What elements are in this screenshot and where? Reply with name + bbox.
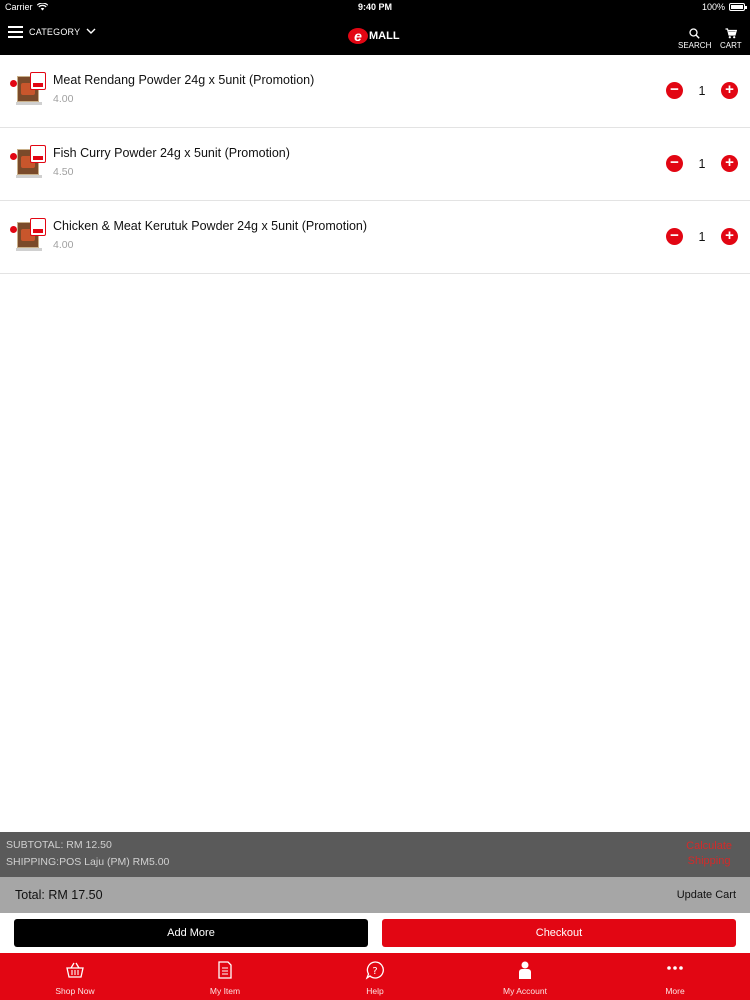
action-buttons: Add More Checkout	[0, 913, 750, 953]
person-icon	[519, 961, 531, 979]
total-bar: Total: RM 17.50 Update Cart	[0, 877, 750, 913]
cart-item[interactable]: Chicken & Meat Kerutuk Powder 24g x 5uni…	[0, 201, 750, 274]
tab-label: My Item	[209, 986, 241, 996]
tab-label: More	[665, 986, 685, 996]
status-time: 9:40 PM	[357, 2, 392, 12]
calculate-shipping-line2: Shipping	[687, 855, 731, 867]
cart-item-list: Meat Rendang Powder 24g x 5unit (Promoti…	[0, 55, 750, 274]
search-label: SEARCH	[678, 41, 712, 50]
logo-text: MALL	[369, 30, 400, 42]
more-icon	[667, 966, 683, 970]
status-bar: Carrier 9:40 PM 100%	[0, 0, 750, 16]
basket-icon	[66, 962, 84, 978]
cart-label: CART	[720, 41, 742, 50]
svg-text:?: ?	[372, 966, 377, 977]
document-icon	[218, 961, 232, 979]
increase-qty-button[interactable]: +	[721, 82, 738, 99]
cart-item[interactable]: Meat Rendang Powder 24g x 5unit (Promoti…	[0, 55, 750, 128]
category-menu-button[interactable]: CATEGORY	[8, 26, 96, 38]
calculate-shipping-line1: Calculate	[686, 840, 732, 852]
item-name: Fish Curry Powder 24g x 5unit (Promotion…	[53, 146, 290, 160]
cart-button[interactable]: CART	[720, 28, 742, 50]
decrease-qty-button[interactable]: −	[666, 155, 683, 172]
tab-my-account[interactable]: My Account	[450, 953, 600, 1000]
tab-help[interactable]: ? Help	[300, 953, 450, 1000]
tab-my-item[interactable]: My Item	[150, 953, 300, 1000]
category-label: CATEGORY	[29, 26, 81, 37]
product-thumbnail[interactable]	[10, 72, 46, 106]
tab-label: Shop Now	[55, 986, 95, 996]
quantity-value: 1	[698, 229, 706, 244]
add-more-button[interactable]: Add More	[14, 919, 368, 947]
decrease-qty-button[interactable]: −	[666, 228, 683, 245]
calculate-shipping-button[interactable]: Calculate Shipping	[686, 839, 732, 869]
checkout-button[interactable]: Checkout	[382, 919, 736, 947]
item-price: 4.50	[53, 166, 74, 178]
logo-e-mark: e	[348, 28, 368, 44]
item-name: Chicken & Meat Kerutuk Powder 24g x 5uni…	[53, 219, 368, 233]
cart-icon	[725, 28, 737, 39]
subtotal-text: SUBTOTAL: RM 12.50	[6, 839, 112, 851]
hamburger-icon	[8, 26, 23, 38]
tab-more[interactable]: More	[600, 953, 750, 1000]
tab-shop-now[interactable]: Shop Now	[0, 953, 150, 1000]
logo-mall-text: MALL	[369, 30, 400, 42]
quantity-value: 1	[698, 83, 706, 98]
search-icon	[689, 28, 700, 39]
search-button[interactable]: SEARCH	[678, 28, 711, 50]
help-icon: ?	[365, 961, 384, 980]
quantity-stepper: − 1 +	[666, 82, 738, 99]
tab-bar: Shop Now My Item ? Help My Account More	[0, 953, 750, 1000]
tab-label: My Account	[503, 986, 547, 996]
item-name: Meat Rendang Powder 24g x 5unit (Promoti…	[53, 73, 315, 87]
product-thumbnail[interactable]	[10, 145, 46, 179]
quantity-value: 1	[698, 156, 706, 171]
shipping-text: SHIPPING:POS Laju (PM) RM5.00	[6, 856, 170, 868]
item-price: 4.00	[53, 93, 74, 105]
emall-logo[interactable]: e MALL	[348, 28, 400, 44]
quantity-stepper: − 1 +	[666, 155, 738, 172]
tab-label: Help	[366, 986, 384, 996]
decrease-qty-button[interactable]: −	[666, 82, 683, 99]
order-summary: SUBTOTAL: RM 12.50 SHIPPING:POS Laju (PM…	[0, 832, 750, 877]
product-thumbnail[interactable]	[10, 218, 46, 252]
increase-qty-button[interactable]: +	[721, 228, 738, 245]
nav-bar: CATEGORY e MALL SEARCH CART	[0, 16, 750, 55]
cart-item[interactable]: Fish Curry Powder 24g x 5unit (Promotion…	[0, 128, 750, 201]
status-right: 100%	[701, 2, 747, 12]
increase-qty-button[interactable]: +	[721, 155, 738, 172]
total-text: Total: RM 17.50	[15, 888, 103, 902]
chevron-down-icon	[86, 28, 96, 34]
update-cart-button[interactable]: Update Cart	[677, 889, 736, 901]
battery-icon	[729, 3, 747, 11]
battery-percent: 100%	[701, 2, 725, 12]
quantity-stepper: − 1 +	[666, 228, 738, 245]
item-price: 4.00	[53, 239, 74, 251]
